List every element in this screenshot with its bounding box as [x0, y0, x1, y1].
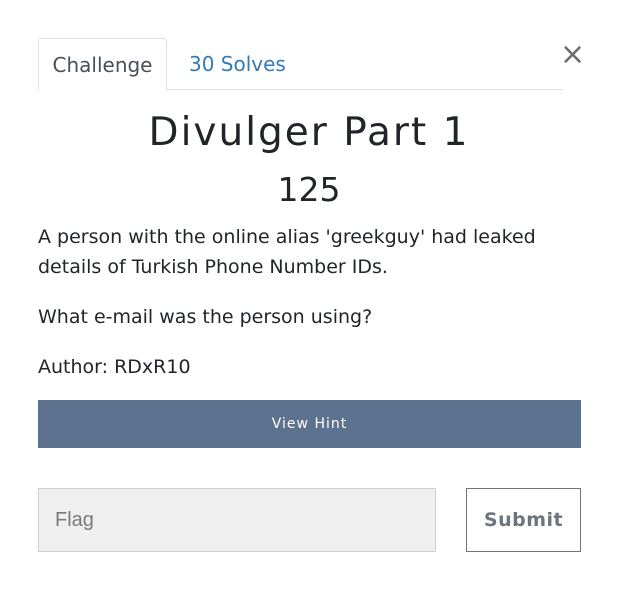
- description-paragraph: A person with the online alias 'greekguy…: [38, 226, 536, 278]
- tab-challenge[interactable]: Challenge: [38, 38, 167, 91]
- view-hint-button[interactable]: View Hint: [38, 400, 581, 448]
- challenge-modal: × Challenge 30 Solves Divulger Part 1 12…: [0, 0, 618, 608]
- close-icon[interactable]: ×: [560, 40, 585, 70]
- challenge-tabs: Challenge 30 Solves: [38, 38, 563, 91]
- challenge-value: 125: [277, 170, 341, 209]
- flag-input[interactable]: [38, 488, 436, 552]
- challenge-description: A person with the online alias 'greekguy…: [38, 222, 583, 402]
- description-author: Author: RDxR10: [38, 356, 191, 378]
- submit-button[interactable]: Submit: [466, 488, 581, 552]
- challenge-name: Divulger Part 1: [148, 110, 470, 155]
- tab-solves[interactable]: 30 Solves: [189, 38, 286, 90]
- description-question: What e-mail was the person using?: [38, 306, 373, 328]
